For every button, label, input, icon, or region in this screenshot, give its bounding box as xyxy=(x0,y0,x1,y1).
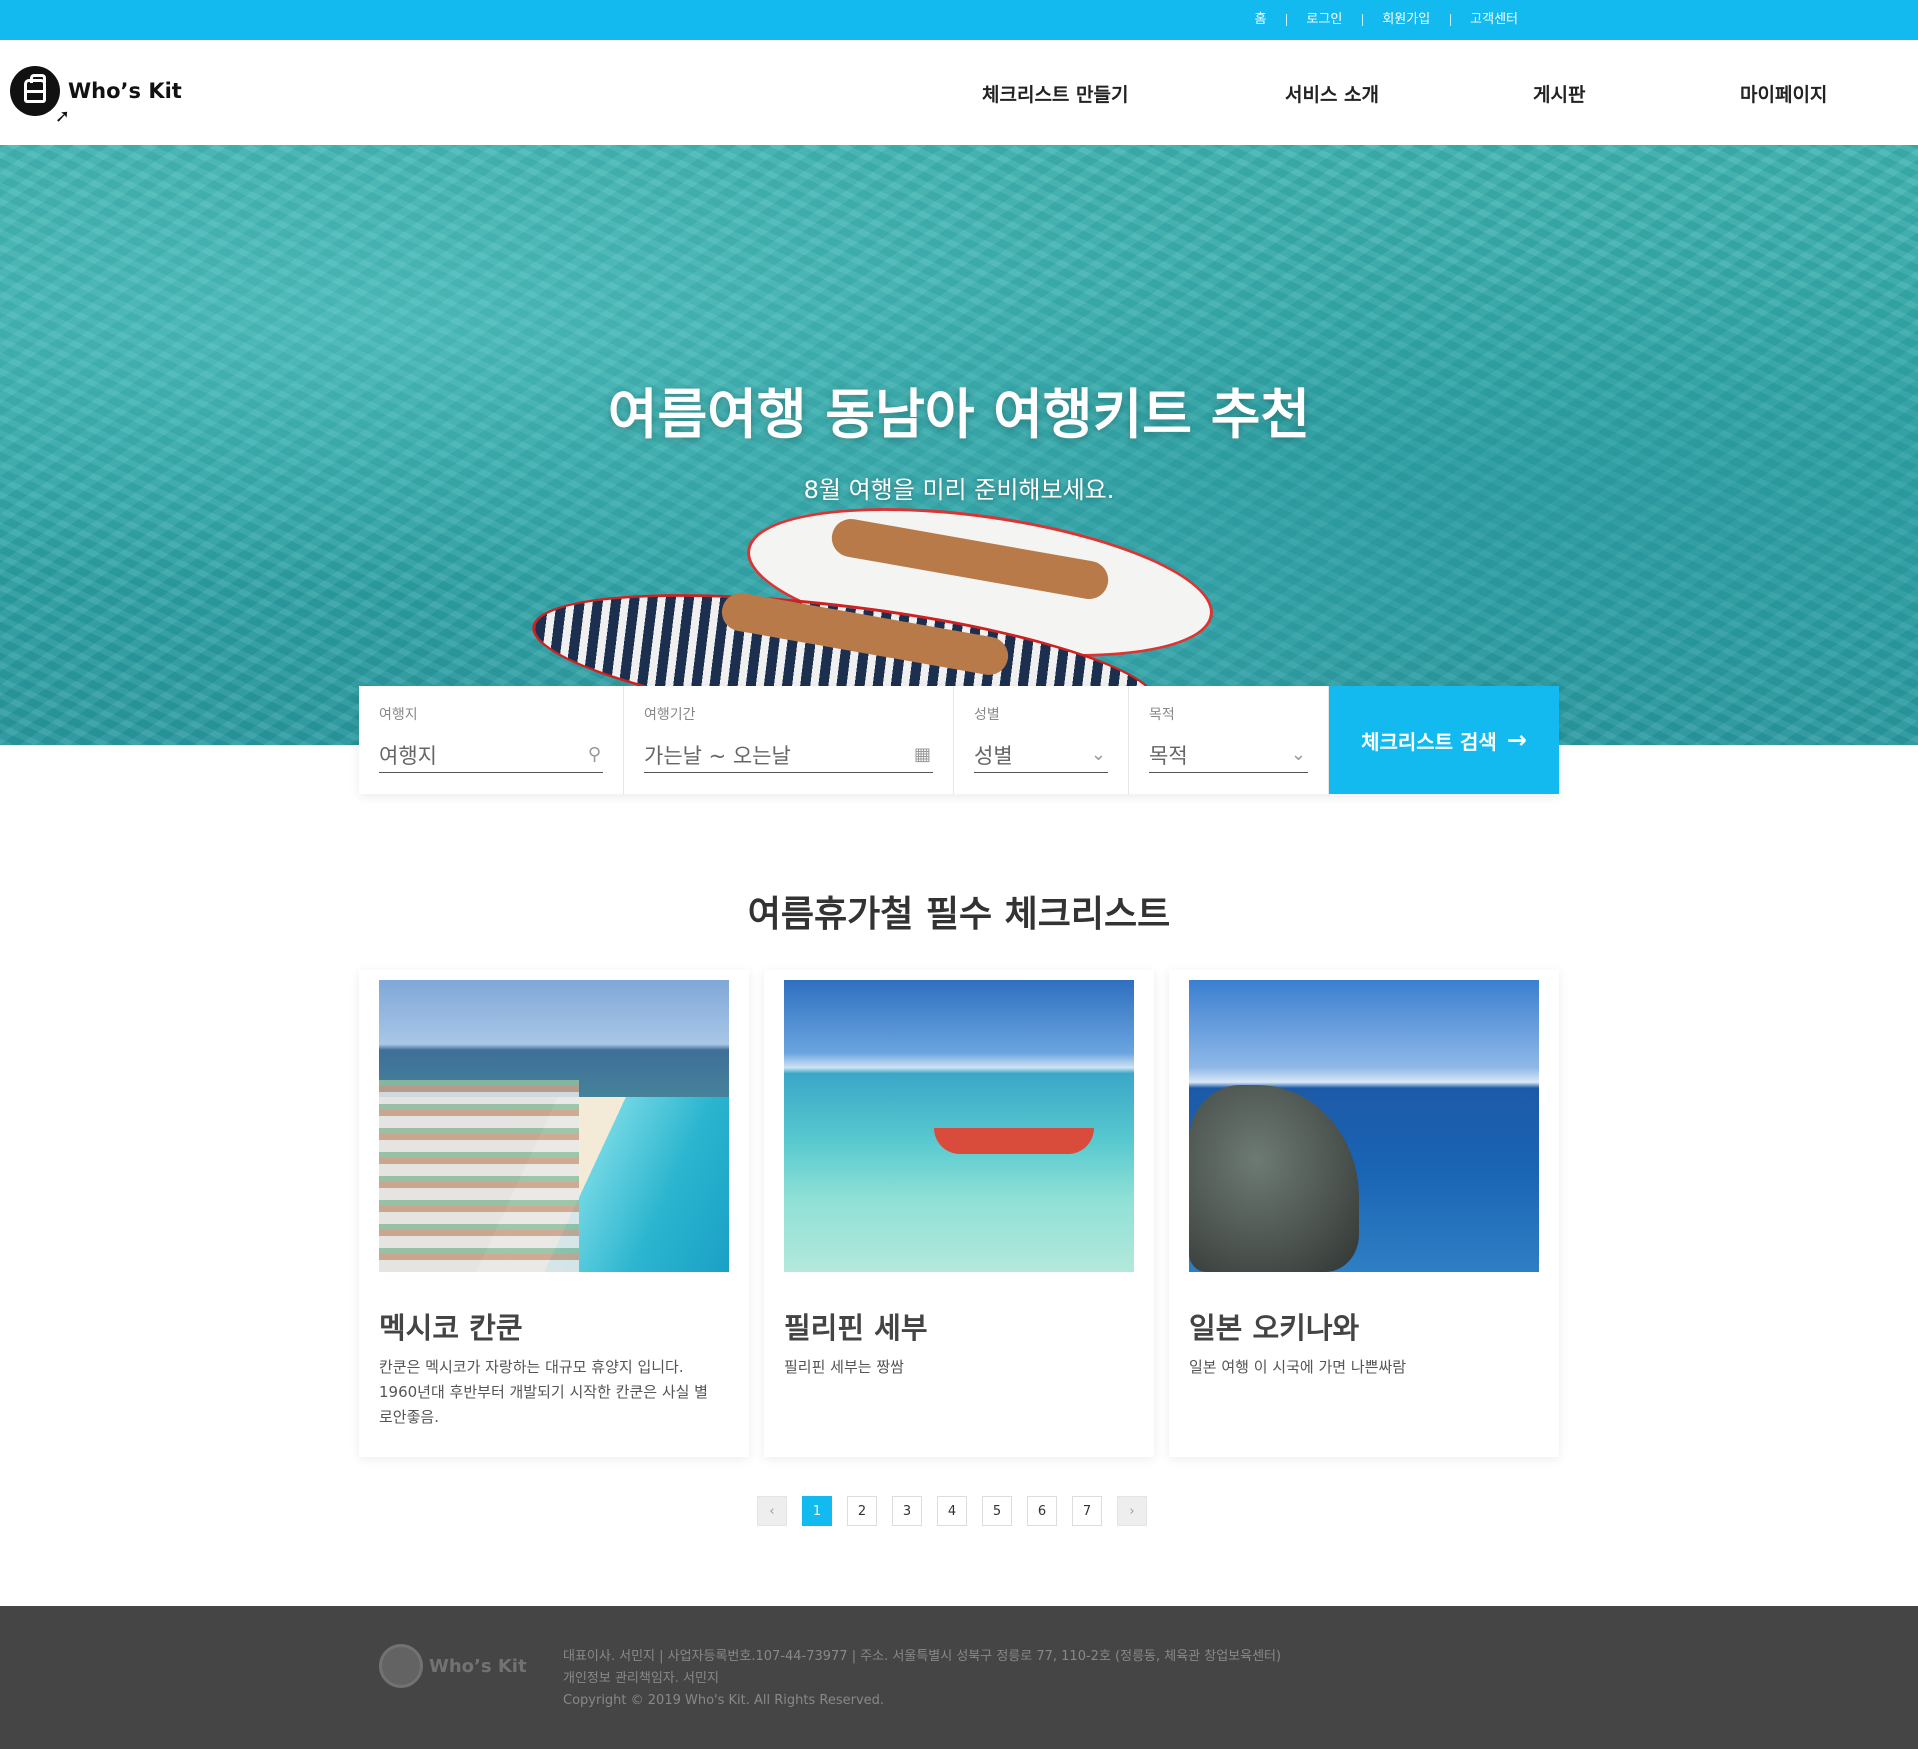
card-title: 멕시코 칸쿤 xyxy=(379,1311,523,1345)
card-description: 필리핀 세부는 짱쌈 xyxy=(784,1358,904,1376)
section-title: 여름휴가철 필수 체크리스트 xyxy=(747,894,1171,935)
hero-title: 여름여행 동남아 여행키트 추천 xyxy=(607,383,1311,446)
page-button[interactable]: 5 xyxy=(982,1496,1012,1526)
top-link-signup[interactable]: 회원가입 xyxy=(1362,0,1450,40)
travel-period-input[interactable]: 가는날 ~ 오는날 xyxy=(644,740,791,770)
destination-label: 여행지 xyxy=(379,707,418,723)
chevron-down-icon[interactable]: ⌄ xyxy=(1091,744,1106,765)
chevron-down-icon[interactable]: ⌄ xyxy=(1291,744,1306,765)
field-underline xyxy=(644,772,933,773)
company-info: 대표이사. 서민지 | 사업자등록번호.107-44-73977 | 주소. 서… xyxy=(563,1646,1281,1712)
purpose-label: 목적 xyxy=(1149,707,1175,723)
card-description: 칸쿤은 멕시코가 자랑하는 대규모 휴양지 입니다. 1960년대 후반부터 개… xyxy=(379,1358,708,1426)
travel-period-label: 여행기간 xyxy=(644,707,696,723)
nav-make-checklist[interactable]: 체크리스트 만들기 xyxy=(982,80,1128,107)
company-info-line: 대표이사. 서민지 | 사업자등록번호.107-44-73977 | 주소. 서… xyxy=(563,1649,1282,1664)
purpose-value[interactable]: 목적 xyxy=(1149,740,1188,770)
footer-logo: Who’s Kit xyxy=(379,1644,527,1688)
page-button[interactable]: 1 xyxy=(802,1496,832,1526)
top-link-home[interactable]: 홈 xyxy=(1234,0,1286,40)
page-button[interactable]: 2 xyxy=(847,1496,877,1526)
nav-mypage[interactable]: 마이페이지 xyxy=(1740,80,1827,107)
field-underline xyxy=(1149,772,1308,773)
calendar-icon[interactable]: ▦ xyxy=(914,744,931,765)
search-button-label: 체크리스트 검색 xyxy=(1361,729,1497,754)
top-link-login[interactable]: 로그인 xyxy=(1286,0,1362,40)
gender-select[interactable]: 성별 성별 ⌄ xyxy=(954,686,1129,794)
checklist-search-button[interactable]: 체크리스트 검색 → xyxy=(1329,686,1559,794)
site-footer: Who’s Kit 대표이사. 서민지 | 사업자등록번호.107-44-739… xyxy=(0,1606,1918,1749)
top-link-support[interactable]: 고객센터 xyxy=(1450,0,1538,40)
page-button[interactable]: 7 xyxy=(1072,1496,1102,1526)
site-logo[interactable]: ➚ Who’s Kit xyxy=(10,66,182,126)
logo-text: Who’s Kit xyxy=(68,79,182,103)
destination-card[interactable]: 일본 오키나와 일본 여행 이 시국에 가면 나쁜싸람 xyxy=(1169,970,1559,1457)
purpose-select[interactable]: 목적 목적 ⌄ xyxy=(1129,686,1329,794)
hero-banner: 여름여행 동남아 여행키트 추천 8월 여행을 미리 준비해보세요. xyxy=(0,145,1918,745)
hero-subtitle: 8월 여행을 미리 준비해보세요. xyxy=(803,476,1115,504)
site-header: ➚ Who’s Kit 체크리스트 만들기 서비스 소개 게시판 마이페이지 xyxy=(0,40,1918,145)
cancun-photo xyxy=(379,980,729,1272)
cebu-photo xyxy=(784,980,1134,1272)
checklist-search-bar: 여행지 여행지 ⚲ 여행기간 가는날 ~ 오는날 ▦ 성별 성별 ⌄ 목적 목적… xyxy=(359,686,1559,794)
page-button[interactable]: 3 xyxy=(892,1496,922,1526)
page-button[interactable]: 4 xyxy=(937,1496,967,1526)
privacy-officer-line: 개인정보 관리책임자. 서민지 xyxy=(563,1671,719,1686)
travel-period-field[interactable]: 여행기간 가는날 ~ 오는날 ▦ xyxy=(624,686,954,794)
nav-board[interactable]: 게시판 xyxy=(1533,80,1585,107)
destination-input[interactable]: 여행지 xyxy=(379,740,437,770)
backpack-icon: ➚ xyxy=(10,66,70,126)
nav-service-intro[interactable]: 서비스 소개 xyxy=(1285,80,1379,107)
copyright-line: Copyright © 2019 Who's Kit. All Rights R… xyxy=(563,1693,885,1708)
card-title: 일본 오키나와 xyxy=(1189,1311,1360,1345)
okinawa-photo xyxy=(1189,980,1539,1272)
prev-page-button[interactable]: ‹ xyxy=(757,1496,787,1526)
field-underline xyxy=(974,772,1108,773)
destination-field[interactable]: 여행지 여행지 ⚲ xyxy=(359,686,624,794)
arrow-right-icon: → xyxy=(1506,726,1527,754)
next-page-button[interactable]: › xyxy=(1117,1496,1147,1526)
top-utility-bar: 홈 로그인 회원가입 고객센터 xyxy=(0,0,1918,40)
destination-card[interactable]: 필리핀 세부 필리핀 세부는 짱쌈 xyxy=(764,970,1154,1457)
backpack-icon xyxy=(379,1644,423,1688)
field-underline xyxy=(379,772,603,773)
pagination: ‹ 1 2 3 4 5 6 7 › xyxy=(757,1496,1162,1526)
card-description: 일본 여행 이 시국에 가면 나쁜싸람 xyxy=(1189,1358,1407,1376)
cursor-icon: ➚ xyxy=(54,106,70,127)
search-icon[interactable]: ⚲ xyxy=(588,744,601,765)
card-title: 필리핀 세부 xyxy=(784,1311,928,1345)
footer-logo-text: Who’s Kit xyxy=(429,1655,527,1677)
page-button[interactable]: 6 xyxy=(1027,1496,1057,1526)
gender-value[interactable]: 성별 xyxy=(974,740,1013,770)
gender-label: 성별 xyxy=(974,707,1000,723)
destination-card[interactable]: 멕시코 칸쿤 칸쿤은 멕시코가 자랑하는 대규모 휴양지 입니다. 1960년대… xyxy=(359,970,749,1457)
